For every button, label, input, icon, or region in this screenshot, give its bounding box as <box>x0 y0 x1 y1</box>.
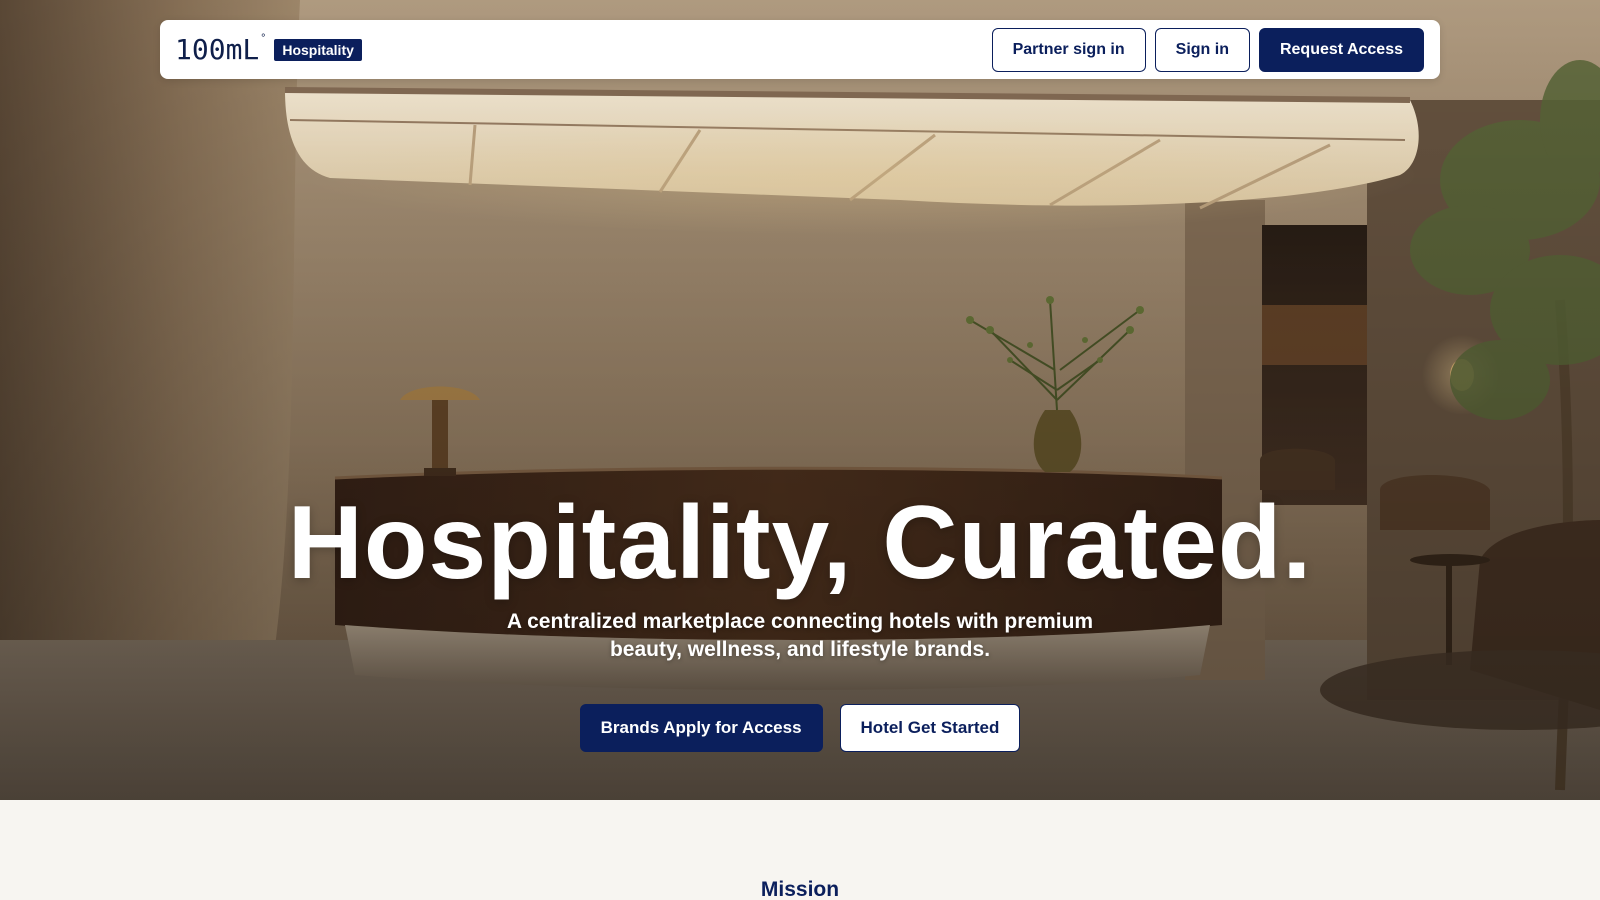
partner-sign-in-button[interactable]: Partner sign in <box>991 27 1146 72</box>
brands-apply-button[interactable]: Brands Apply for Access <box>579 704 823 752</box>
brand-lockup[interactable]: 100mL ° Hospitality <box>175 32 362 66</box>
hero-title: Hospitality, Curated. <box>287 485 1313 601</box>
landing-page: 100mL ° Hospitality Partner sign in Sign… <box>0 0 1600 900</box>
logo-mark: ° <box>260 32 267 44</box>
hero-cta-group: Brands Apply for Access Hotel Get Starte… <box>0 704 1600 752</box>
hospitality-badge: Hospitality <box>274 38 362 61</box>
sign-in-button[interactable]: Sign in <box>1154 27 1250 72</box>
hotel-get-started-button[interactable]: Hotel Get Started <box>839 704 1021 752</box>
request-access-button[interactable]: Request Access <box>1258 27 1424 72</box>
hero-section <box>0 0 1600 800</box>
mission-heading: Mission <box>760 878 840 900</box>
top-navbar: 100mL ° Hospitality Partner sign in Sign… <box>160 20 1440 79</box>
logo[interactable]: 100mL ° <box>175 32 267 66</box>
hero-overlay <box>0 0 1600 800</box>
logo-text: 100mL <box>175 32 260 66</box>
nav-actions: Partner sign in Sign in Request Access <box>991 27 1424 72</box>
hero-subtitle: A centralized marketplace connecting hot… <box>506 610 1094 661</box>
